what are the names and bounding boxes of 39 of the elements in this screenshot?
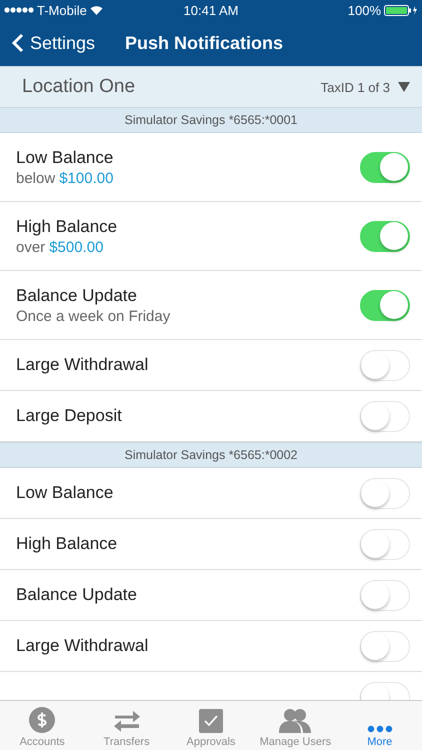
back-button[interactable]: Settings	[12, 32, 96, 54]
section-header: Simulator Savings *6565:*0001	[0, 107, 422, 133]
setting-label: High Balance	[16, 534, 118, 554]
setting-detail: over $500.00	[16, 238, 104, 256]
toggle-switch[interactable]	[360, 290, 410, 320]
tab-item[interactable]: More	[338, 702, 422, 748]
setting-detail: Once a week on Friday	[16, 308, 170, 324]
setting-label: Large Withdrawal	[16, 355, 148, 375]
signal-icon	[4, 7, 34, 13]
setting-label: Low Balance	[16, 483, 114, 503]
chevron-left-icon	[12, 33, 24, 53]
dollar-icon	[29, 707, 56, 733]
checkbox-icon	[198, 709, 223, 733]
setting-label: Large Deposit	[16, 406, 122, 426]
taxid-picker[interactable]: TaxID 1 of 3	[320, 80, 410, 94]
location-name: Location One	[22, 76, 136, 98]
transfer-arrows-icon	[112, 709, 141, 733]
setting-label: High Balance	[16, 216, 118, 236]
setting-label: Large Withdrawal	[16, 636, 148, 656]
screen-title: Push Notifications	[125, 32, 284, 54]
more-icon	[366, 725, 393, 733]
tab-item[interactable]: Approvals	[168, 702, 253, 748]
setting-label: Balance Update	[16, 286, 138, 306]
toggle-switch[interactable]	[360, 152, 410, 182]
dropdown-icon	[398, 82, 410, 92]
tab-item[interactable]: Manage Users	[253, 702, 338, 748]
battery-icon	[384, 4, 418, 16]
users-icon	[279, 707, 312, 733]
section-header: Simulator Savings *6565:*0002	[0, 442, 422, 468]
clock: 10:41 AM	[184, 2, 238, 18]
setting-label: Low Balance	[16, 148, 114, 168]
tab-item[interactable]: Transfers	[84, 702, 169, 748]
setting-label: Balance Update	[16, 585, 137, 605]
battery-percent: 100%	[348, 2, 381, 18]
carrier: T-Mobile	[37, 2, 87, 18]
setting-detail: below $100.00	[16, 170, 114, 186]
tab-item[interactable]: Accounts	[0, 702, 84, 748]
wifi-icon	[90, 5, 103, 15]
toggle-switch[interactable]	[360, 220, 410, 252]
